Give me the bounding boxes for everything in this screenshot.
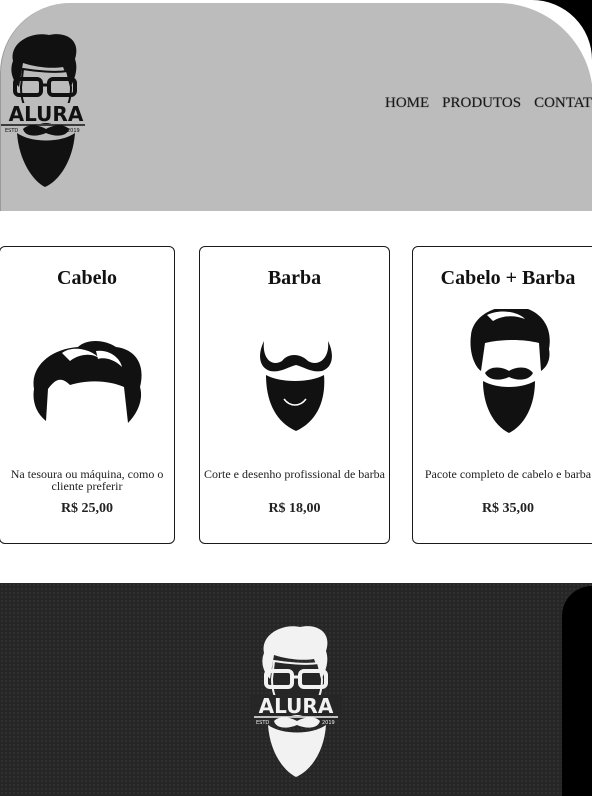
- logo-est: ESTD: [5, 128, 18, 134]
- site-footer: ALURA ESTD 2019: [0, 583, 592, 796]
- site-header: ALURA ESTD 2019 HOME PRODUTOS CONTATO: [0, 3, 592, 211]
- card-title: Cabelo + Barba: [440, 267, 576, 289]
- card-price: R$ 35,00: [481, 501, 535, 516]
- beard-icon: [200, 309, 389, 489]
- logo-year: 2019: [67, 128, 80, 134]
- product-card-cabelo-barba[interactable]: Cabelo + Barba Pacote completo de cabelo…: [412, 246, 592, 544]
- footer-logo-est: ESTD: [256, 720, 269, 726]
- nav-contato[interactable]: CONTATO: [534, 95, 592, 112]
- product-card-cabelo[interactable]: Cabelo Na tesoura ou máquina, como o cli…: [0, 246, 175, 544]
- main-nav: HOME PRODUTOS CONTATO: [385, 95, 592, 112]
- barber-logo-icon: ALURA ESTD 2019: [1, 34, 91, 187]
- card-description: Pacote completo de cabelo e barba: [424, 467, 592, 481]
- card-price: R$ 18,00: [268, 501, 321, 516]
- footer-logo[interactable]: ALURA ESTD 2019: [250, 621, 342, 781]
- card-price: R$ 25,00: [60, 501, 114, 516]
- card-title: Barba: [267, 267, 322, 289]
- product-card-barba[interactable]: Barba Corte e desenho profissional de ba…: [199, 246, 390, 544]
- footer-logo-year: 2019: [322, 720, 335, 726]
- nav-produtos[interactable]: PRODUTOS: [442, 95, 521, 112]
- header-logo[interactable]: ALURA ESTD 2019: [1, 31, 91, 191]
- hair-icon: [0, 309, 174, 489]
- footer-logo-text: ALURA: [259, 694, 334, 718]
- card-title: Cabelo: [57, 267, 117, 289]
- card-description: Corte e desenho profissional de barba: [204, 467, 385, 481]
- logo-text: ALURA: [9, 102, 84, 126]
- footer-corner-shadow: [562, 586, 592, 796]
- card-description: Na tesoura ou máquina, como o cliente pr…: [10, 467, 164, 493]
- hair-beard-icon: [413, 306, 592, 489]
- nav-home[interactable]: HOME: [385, 95, 429, 112]
- barber-logo-icon: ALURA ESTD 2019: [250, 626, 342, 777]
